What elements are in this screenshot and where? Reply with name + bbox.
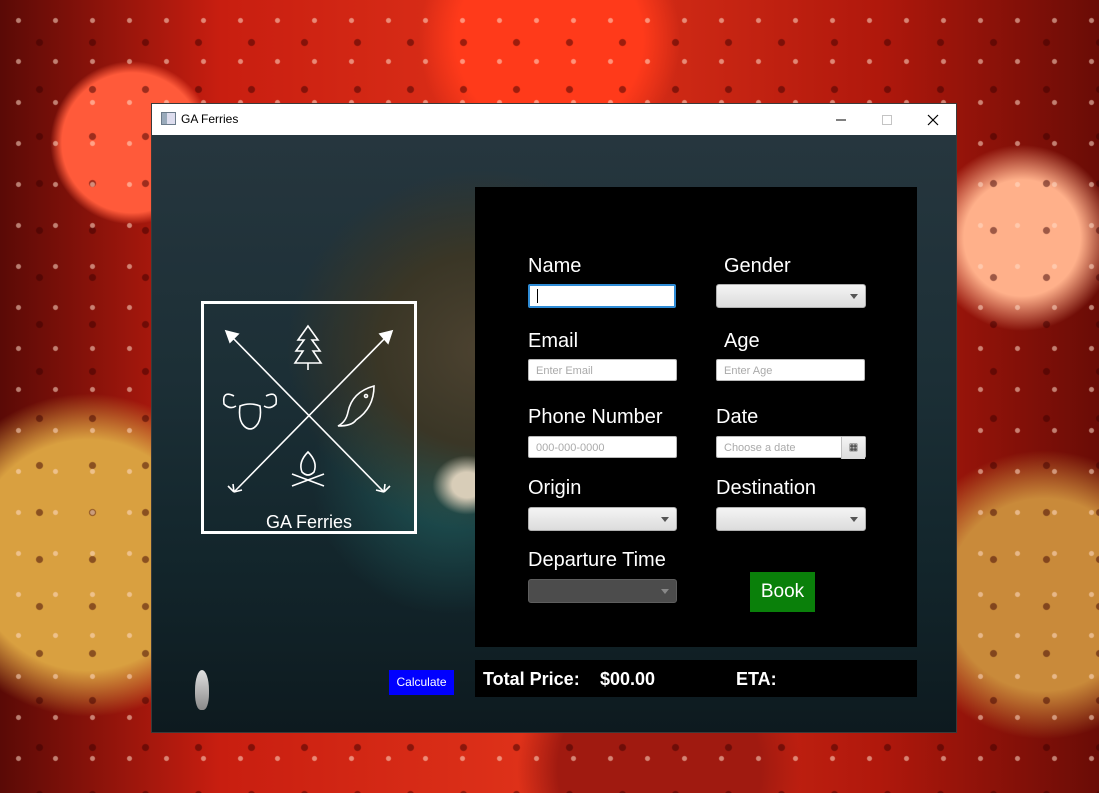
total-price-label: Total Price: bbox=[483, 669, 580, 689]
age-label: Age bbox=[724, 330, 760, 352]
calculate-button[interactable]: Calculate bbox=[389, 670, 454, 695]
minimize-button[interactable] bbox=[818, 104, 864, 135]
boat bbox=[195, 670, 209, 710]
book-button[interactable]: Book bbox=[750, 572, 815, 612]
date-picker[interactable]: Choose a date ▦ bbox=[716, 436, 866, 459]
origin-select[interactable] bbox=[528, 507, 677, 531]
phone-label: Phone Number bbox=[528, 406, 663, 428]
date-input-placeholder: Choose a date bbox=[724, 442, 796, 454]
departure-label: Departure Time bbox=[528, 549, 666, 571]
close-icon bbox=[927, 114, 939, 125]
logo-text: GA Ferries bbox=[265, 512, 353, 532]
window-title: GA Ferries bbox=[181, 112, 239, 126]
destination-label: Destination bbox=[716, 477, 817, 499]
maximize-button[interactable] bbox=[864, 104, 910, 135]
booking-form: Name Gender Email Enter Email Age Enter … bbox=[475, 187, 917, 647]
destination-select[interactable] bbox=[716, 507, 866, 531]
minimize-icon bbox=[836, 119, 846, 120]
departure-select bbox=[528, 579, 677, 603]
logo: GA Ferries bbox=[201, 301, 417, 534]
eta-label: ETA: bbox=[736, 669, 777, 689]
chevron-down-icon bbox=[850, 294, 858, 299]
fish-icon bbox=[337, 384, 375, 427]
moose-icon bbox=[222, 393, 278, 430]
email-label: Email bbox=[528, 330, 579, 352]
phone-input[interactable]: 000-000-0000 bbox=[528, 436, 677, 458]
campfire-icon bbox=[291, 450, 325, 487]
text-caret bbox=[537, 289, 538, 303]
gender-select[interactable] bbox=[716, 284, 866, 308]
maximize-icon bbox=[882, 114, 892, 125]
calendar-icon: ▦ bbox=[848, 442, 859, 453]
chevron-down-icon bbox=[850, 517, 858, 522]
origin-label: Origin bbox=[528, 477, 582, 499]
gender-label: Gender bbox=[724, 255, 791, 277]
age-input[interactable]: Enter Age bbox=[716, 359, 865, 381]
arrow-icon bbox=[233, 330, 393, 493]
chevron-down-icon bbox=[661, 589, 669, 594]
date-label: Date bbox=[716, 406, 759, 428]
calendar-button[interactable]: ▦ bbox=[841, 437, 865, 459]
name-label: Name bbox=[528, 255, 582, 277]
app-window: GA Ferries GA Ferries Name Gender Email … bbox=[152, 104, 956, 732]
arrow-icon bbox=[225, 330, 385, 493]
close-button[interactable] bbox=[910, 104, 956, 135]
email-input[interactable]: Enter Email bbox=[528, 359, 677, 381]
background-scene: GA Ferries Name Gender Email Enter Email… bbox=[152, 135, 956, 732]
price-summary: Total Price: $00.00 ETA: bbox=[475, 660, 917, 697]
title-bar[interactable]: GA Ferries bbox=[152, 104, 956, 135]
chevron-down-icon bbox=[661, 517, 669, 522]
app-icon bbox=[161, 112, 176, 125]
tree-icon bbox=[293, 324, 323, 370]
logo-art bbox=[222, 324, 394, 493]
total-price-value: $00.00 bbox=[600, 669, 656, 689]
name-input[interactable] bbox=[528, 284, 676, 308]
